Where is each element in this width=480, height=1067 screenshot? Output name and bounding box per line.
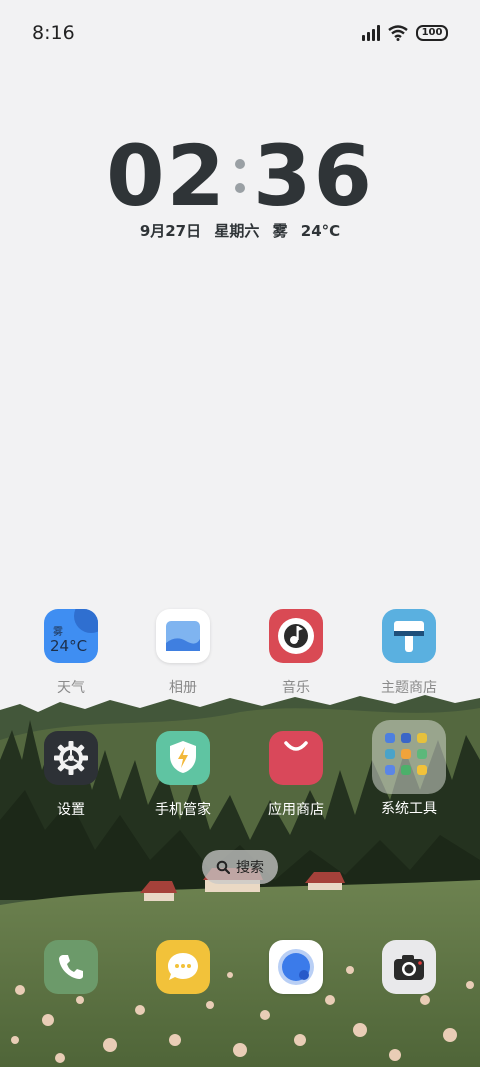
app-label: 系统工具 <box>381 801 437 817</box>
app-label: 相册 <box>169 680 197 696</box>
clock-colon <box>235 159 245 193</box>
weather-widget-temp: 24°C <box>50 637 88 655</box>
weather-widget-condition: 雾 <box>53 627 63 638</box>
app-theme-store[interactable]: 主题商店 <box>354 609 464 697</box>
app-label: 应用商店 <box>268 802 324 818</box>
music-icon <box>269 609 323 663</box>
app-label: 设置 <box>57 802 85 818</box>
wifi-icon <box>388 25 408 41</box>
dock-messages[interactable] <box>128 940 238 994</box>
app-label: 天气 <box>57 680 85 696</box>
camera-icon <box>382 940 436 994</box>
clock-minutes: 36 <box>253 127 374 225</box>
phone-manager-icon <box>156 731 210 785</box>
dock-browser[interactable] <box>241 940 351 994</box>
app-phone-manager[interactable]: 手机管家 <box>128 731 238 819</box>
clock-hours: 02 <box>106 127 227 225</box>
battery-icon: 100 <box>416 25 448 41</box>
dock-camera[interactable] <box>354 940 464 994</box>
search-label: 搜索 <box>236 860 264 876</box>
clock-widget[interactable]: 02 36 <box>0 130 480 222</box>
theme-store-icon <box>382 609 436 663</box>
settings-icon <box>44 731 98 785</box>
browser-icon <box>269 940 323 994</box>
phone-icon <box>44 940 98 994</box>
date-weather-line: 9月27日 星期六 雾 24°C <box>139 222 341 240</box>
system-tools-folder-icon <box>372 720 446 794</box>
signal-icon <box>362 25 380 41</box>
app-label: 音乐 <box>282 680 310 696</box>
gallery-icon <box>156 609 210 663</box>
app-settings[interactable]: 设置 <box>16 731 126 819</box>
app-store-icon <box>269 731 323 785</box>
search-icon <box>216 860 230 874</box>
status-bar: 8:16 100 <box>0 0 480 68</box>
status-time: 8:16 <box>32 22 75 44</box>
messages-icon <box>156 940 210 994</box>
app-gallery[interactable]: 相册 <box>128 609 238 697</box>
status-icons: 100 <box>362 22 448 44</box>
app-label: 手机管家 <box>155 802 211 818</box>
search-button[interactable]: 搜索 <box>202 850 278 884</box>
dock-phone[interactable] <box>16 940 126 994</box>
weather-icon: 雾 24°C <box>44 609 98 663</box>
folder-system-tools[interactable]: 系统工具 <box>354 720 464 818</box>
app-label: 主题商店 <box>381 680 437 696</box>
app-music[interactable]: 音乐 <box>241 609 351 697</box>
app-weather[interactable]: 雾 24°C 天气 <box>16 609 126 697</box>
app-app-store[interactable]: 应用商店 <box>241 731 351 819</box>
